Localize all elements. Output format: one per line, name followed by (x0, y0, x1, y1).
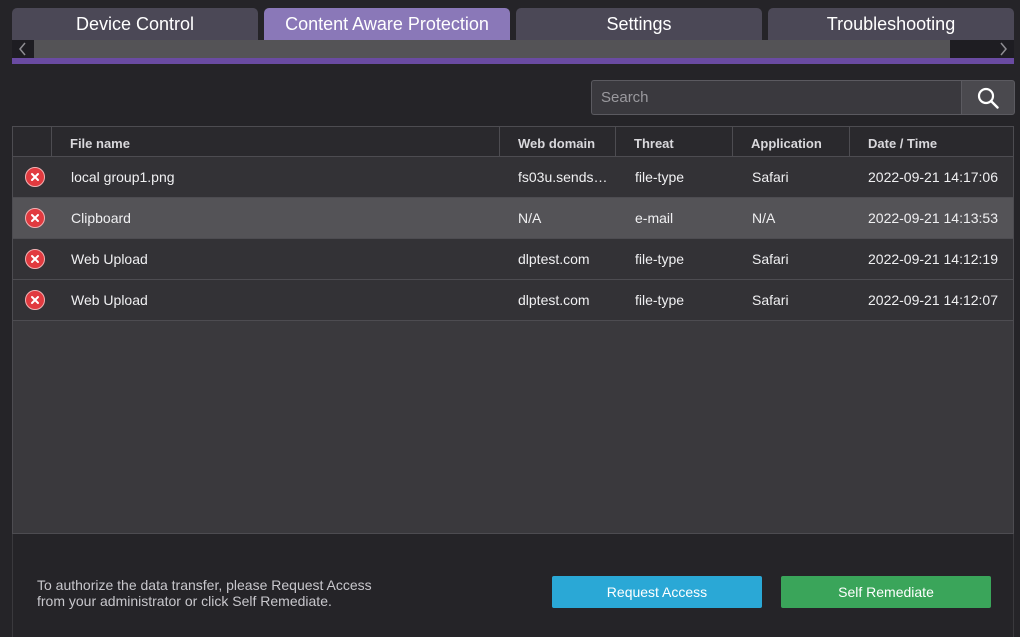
datetime-cell: 2022-09-21 14:13:53 (868, 210, 998, 226)
threat-cell: file-type (635, 169, 685, 185)
search-icon (977, 87, 999, 109)
blocked-icon (25, 249, 45, 269)
blocked-icon (25, 290, 45, 310)
datetime-cell: 2022-09-21 14:12:07 (868, 292, 998, 308)
application-cell: N/A (752, 210, 776, 226)
cap-window: Device Control Content Aware Protection … (0, 0, 1020, 637)
row-status (25, 198, 49, 238)
chevron-right-icon (1000, 42, 1007, 56)
web-domain-cell: N/A (518, 210, 542, 226)
row-status (25, 157, 49, 197)
table-row[interactable]: Clipboard N/A e-mail N/A 2022-09-21 14:1… (13, 198, 1013, 239)
threat-cell: e-mail (635, 210, 674, 226)
header-web-domain[interactable]: Web domain (499, 127, 615, 157)
search-input[interactable] (591, 80, 961, 115)
header-file-name[interactable]: File name (51, 127, 499, 157)
datetime-cell: 2022-09-21 14:17:06 (868, 169, 998, 185)
web-domain-cell: fs03u.sends… (518, 169, 608, 185)
file-name-cell: Clipboard (71, 210, 131, 226)
tab-troubleshooting[interactable]: Troubleshooting (768, 8, 1014, 40)
application-cell: Safari (752, 292, 789, 308)
action-footer: To authorize the data transfer, please R… (12, 534, 1014, 637)
threat-cell: file-type (635, 251, 685, 267)
chevron-left-icon (19, 42, 26, 56)
scroll-thumb-end (950, 40, 992, 58)
tab-content-aware-protection[interactable]: Content Aware Protection (264, 8, 510, 40)
scroll-right-button[interactable] (992, 40, 1014, 58)
threat-cell: file-type (635, 292, 685, 308)
row-status (25, 239, 49, 279)
table-row[interactable]: Web Upload dlptest.com file-type Safari … (13, 280, 1013, 321)
file-name-cell: local group1.png (71, 169, 175, 185)
authorization-message: To authorize the data transfer, please R… (37, 577, 437, 609)
web-domain-cell: dlptest.com (518, 292, 590, 308)
table-header: File name Web domain Threat Application … (13, 127, 1013, 157)
activity-table: File name Web domain Threat Application … (12, 126, 1014, 534)
tab-settings[interactable]: Settings (516, 8, 762, 40)
file-name-cell: Web Upload (71, 292, 148, 308)
self-remediate-button[interactable]: Self Remediate (781, 576, 991, 608)
header-application[interactable]: Application (732, 127, 849, 157)
authorization-message-line1: To authorize the data transfer, please R… (37, 577, 372, 593)
tab-device-control[interactable]: Device Control (12, 8, 258, 40)
application-cell: Safari (752, 169, 789, 185)
header-status (13, 127, 51, 157)
active-tab-underline (12, 58, 1014, 64)
search-box (591, 80, 1015, 115)
web-domain-cell: dlptest.com (518, 251, 590, 267)
datetime-cell: 2022-09-21 14:12:19 (868, 251, 998, 267)
blocked-icon (25, 167, 45, 187)
row-status (25, 280, 49, 320)
scroll-left-button[interactable] (12, 40, 34, 58)
search-button[interactable] (961, 80, 1015, 115)
header-date-time[interactable]: Date / Time (849, 127, 1013, 157)
tab-bar: Device Control Content Aware Protection … (12, 8, 1014, 40)
blocked-icon (25, 208, 45, 228)
table-row[interactable]: Web Upload dlptest.com file-type Safari … (13, 239, 1013, 280)
tab-scroll-strip (12, 40, 1014, 58)
table-row[interactable]: local group1.png fs03u.sends… file-type … (13, 157, 1013, 198)
request-access-button[interactable]: Request Access (552, 576, 762, 608)
authorization-message-line2: from your administrator or click Self Re… (37, 593, 332, 609)
header-threat[interactable]: Threat (615, 127, 732, 157)
application-cell: Safari (752, 251, 789, 267)
file-name-cell: Web Upload (71, 251, 148, 267)
